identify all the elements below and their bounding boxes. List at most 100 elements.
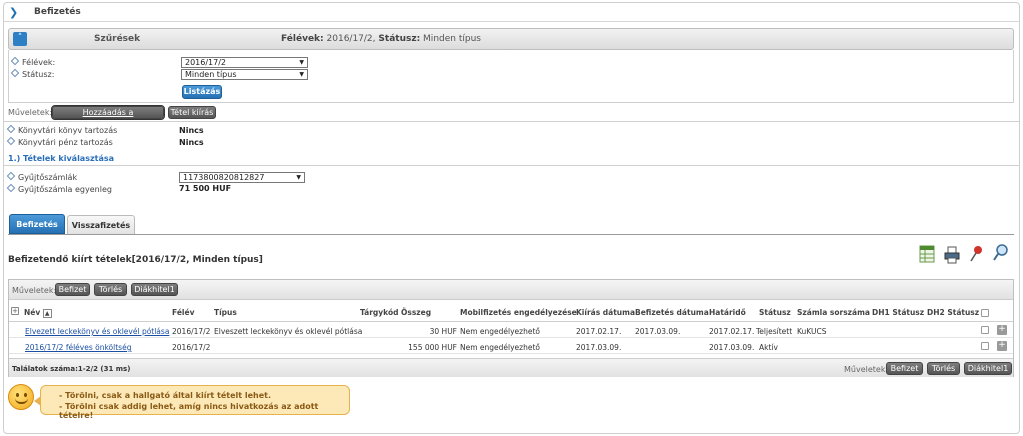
section-title: 1.) Tételek kiválasztása (8, 154, 115, 163)
tab-payment[interactable]: Befizetés (9, 214, 65, 234)
header-divider (9, 321, 1013, 322)
excel-export-icon[interactable] (919, 245, 935, 263)
semester-select[interactable]: 2016/17/2 ▼ (181, 57, 308, 68)
accounts-label: Gyűjtőszámlák (6, 171, 77, 182)
row-status: Aktív (759, 343, 778, 352)
search-icon[interactable] (993, 244, 1009, 262)
item-link[interactable]: 2016/17/2 féléves önköltség (25, 343, 131, 352)
row-semester: 2016/17/2 (172, 343, 211, 352)
delete-button[interactable]: Törlés (94, 283, 127, 296)
row-mobile-payment: Nem engedélyezhető (460, 327, 541, 336)
row-type: Elveszett leckekönyv és oklevél pótlása (214, 327, 363, 336)
print-item-button[interactable]: Tétel kiírás (168, 106, 216, 119)
row-issue-date: 2017.03.09. (576, 343, 622, 352)
row-semester: 2016/17/2 (172, 327, 211, 336)
table-toolbar: Műveletek: Befizet Törlés Diákhitel1 (9, 280, 1013, 300)
footer-ops-label: Műveletek: (844, 365, 889, 374)
bullet-icon (6, 136, 16, 146)
collapse-toggle-icon[interactable]: ˄ (13, 32, 27, 46)
col-subject-code[interactable]: Tárgykód (360, 308, 398, 317)
table-footer: Találatok száma:1-2/2 (31 ms) Műveletek:… (9, 358, 1013, 377)
table-ops-label: Műveletek: (12, 286, 57, 295)
divider (4, 165, 1019, 166)
col-semester[interactable]: Félév (172, 308, 194, 317)
row-checkbox[interactable] (981, 326, 989, 334)
col-name[interactable]: Név ▲ (24, 308, 52, 318)
row-issue-date: 2017.02.17. (576, 327, 622, 336)
expand-all-icon[interactable]: + (11, 307, 19, 315)
tip-line-2: - Törölni csak addig lehet, amíg nincs h… (59, 402, 319, 420)
col-invoice-number[interactable]: Számla sorszáma (797, 308, 870, 317)
accounts-select[interactable]: 1173800820812827 ▼ (179, 172, 305, 183)
print-icon[interactable] (944, 246, 960, 264)
col-deadline[interactable]: Határidő (709, 308, 746, 317)
footer-student-loan-button[interactable]: Diákhitel1 (964, 362, 1012, 375)
col-dh1-status[interactable]: DH1 Státusz (872, 308, 924, 317)
col-dh2-status[interactable]: DH2 Státusz (927, 308, 979, 317)
col-mobile-payment[interactable]: Mobilfizetés engedélyezése (460, 308, 577, 317)
tip-line-1: - Törölni, csak a hallgató által kiírt t… (59, 391, 272, 400)
dropdown-arrow-icon: ▼ (299, 59, 304, 66)
row-checkbox[interactable] (981, 342, 989, 350)
col-issue-date[interactable]: Kiírás dátuma (576, 308, 635, 317)
pay-button[interactable]: Befizet (55, 283, 90, 296)
col-payment-date[interactable]: Befizetés dátuma (635, 308, 709, 317)
select-all-checkbox[interactable] (981, 309, 989, 317)
smiley-icon (8, 384, 34, 410)
col-status[interactable]: Státusz (759, 308, 791, 317)
list-title: Befizetendő kiírt tételek[2016/17/2, Min… (8, 255, 263, 265)
balance-value: 71 500 HUF (179, 184, 232, 193)
bullet-icon (10, 68, 20, 78)
bullet-icon (6, 171, 16, 181)
row-deadline: 2017.02.17. (709, 327, 755, 336)
balance-label: Gyűjtőszámla egyenleg (6, 183, 112, 194)
status-label: Státusz: (10, 68, 54, 79)
chevron-right-icon[interactable]: ❯ (9, 6, 18, 19)
table-row: 2016/17/2 féléves önköltség 2016/17/2 15… (9, 339, 1013, 354)
dropdown-arrow-icon: ▼ (299, 71, 304, 78)
library-book-label: Könyvtári könyv tartozás (6, 124, 117, 135)
pin-icon[interactable] (968, 245, 984, 263)
filter-summary: Félévek: 2016/17/2, Státusz: Minden típu… (281, 34, 481, 44)
filter-label: Szűrések (94, 34, 141, 44)
info-tooltip: - Törölni, csak a hallgató által kiírt t… (34, 385, 350, 420)
page-title: Befizetés (34, 7, 81, 17)
row-invoice-number: KuKUCS (797, 327, 827, 336)
row-amount: 30 HUF (429, 327, 457, 336)
page-title-bar: ❯ Befizetés (4, 3, 1019, 22)
footer-delete-button[interactable]: Törlés (927, 362, 960, 375)
tab-refund[interactable]: Visszafizetés (67, 215, 135, 235)
bullet-icon (10, 56, 20, 66)
dropdown-arrow-icon: ▼ (296, 174, 301, 181)
col-type[interactable]: Típus (214, 308, 237, 317)
operations-label: Műveletek: (8, 108, 53, 117)
filter-bar: ˄ Szűrések Félévek: 2016/17/2, Státusz: … (8, 28, 1014, 50)
row-status: Teljesített (756, 327, 793, 336)
add-favorite-button[interactable]: Hozzáadás a kedvencekhez (51, 105, 165, 128)
list-button[interactable]: Listázás (182, 85, 222, 99)
library-money-label: Könyvtári pénz tartozás (6, 136, 113, 147)
filter-panel (8, 50, 1014, 103)
table-row: Elvezett leckekönyv és oklevél pótlása 2… (9, 323, 1013, 338)
row-payment-date: 2017.03.09. (635, 327, 681, 336)
col-amount[interactable]: Összeg (401, 308, 431, 317)
row-amount: 155 000 HUF (408, 343, 457, 352)
items-table: Műveletek: Befizet Törlés Diákhitel1 + N… (8, 279, 1014, 377)
bullet-icon (6, 124, 16, 134)
status-select[interactable]: Minden típus ▼ (181, 69, 308, 80)
row-mobile-payment: Nem engedélyezhető (460, 343, 541, 352)
divider (4, 121, 1019, 122)
footer-pay-button[interactable]: Befizet (886, 362, 923, 375)
library-book-value: Nincs (179, 126, 204, 135)
library-money-value: Nincs (179, 138, 204, 147)
student-loan-button[interactable]: Diákhitel1 (131, 283, 178, 296)
result-count: Találatok száma:1-2/2 (31 ms) (12, 365, 131, 373)
item-link[interactable]: Elvezett leckekönyv és oklevél pótlása (25, 327, 169, 336)
row-deadline: 2017.03.09. (709, 343, 755, 352)
bullet-icon (6, 183, 16, 193)
semester-label: Félévek: (10, 56, 55, 67)
row-expand-icon[interactable]: + (997, 325, 1007, 335)
tab-divider (8, 234, 1014, 235)
sort-icon[interactable]: ▲ (42, 309, 52, 318)
row-expand-icon[interactable]: + (997, 341, 1007, 351)
